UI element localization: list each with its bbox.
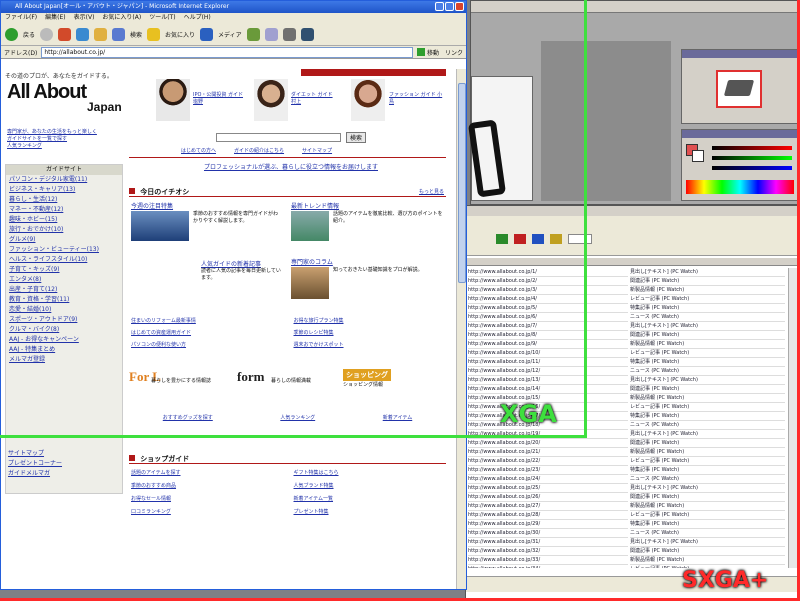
sxga-label: SXGA+ [682,568,769,593]
sxga-frame [0,0,800,601]
